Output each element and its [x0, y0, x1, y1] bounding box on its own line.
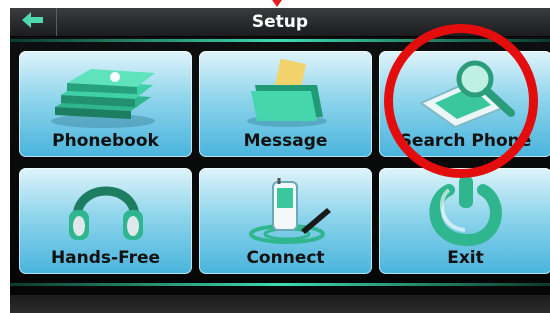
- connect-tile[interactable]: Connect: [199, 168, 372, 274]
- device-screen: Setup Phonebook Message Search Phone Han…: [10, 8, 550, 313]
- message-label: Message: [243, 131, 328, 151]
- hands-free-tile[interactable]: Hands-Free: [19, 168, 192, 274]
- phonebook-label: Phonebook: [52, 131, 159, 151]
- top-accent-line: [10, 39, 550, 42]
- message-folder-icon: [199, 51, 372, 131]
- bottom-bar: [10, 295, 550, 313]
- message-tile[interactable]: Message: [199, 51, 372, 157]
- phonebook-icon: [19, 51, 192, 131]
- exit-tile[interactable]: Exit: [379, 168, 550, 274]
- page-title: Setup: [251, 12, 309, 32]
- bluetooth-connect-icon: [199, 168, 372, 248]
- connect-label: Connect: [246, 248, 325, 268]
- search-phone-tile[interactable]: Search Phone: [379, 51, 550, 157]
- title-bar: Setup: [10, 8, 550, 37]
- search-phone-icon: [379, 51, 550, 131]
- phonebook-tile[interactable]: Phonebook: [19, 51, 192, 157]
- exit-label: Exit: [447, 248, 484, 268]
- bottom-accent-line: [10, 283, 550, 286]
- headphones-icon: [19, 168, 192, 248]
- pointer-marker: [272, 0, 282, 7]
- exit-icon: [379, 168, 550, 248]
- search-phone-label: Search Phone: [399, 131, 532, 151]
- hands-free-label: Hands-Free: [50, 248, 161, 268]
